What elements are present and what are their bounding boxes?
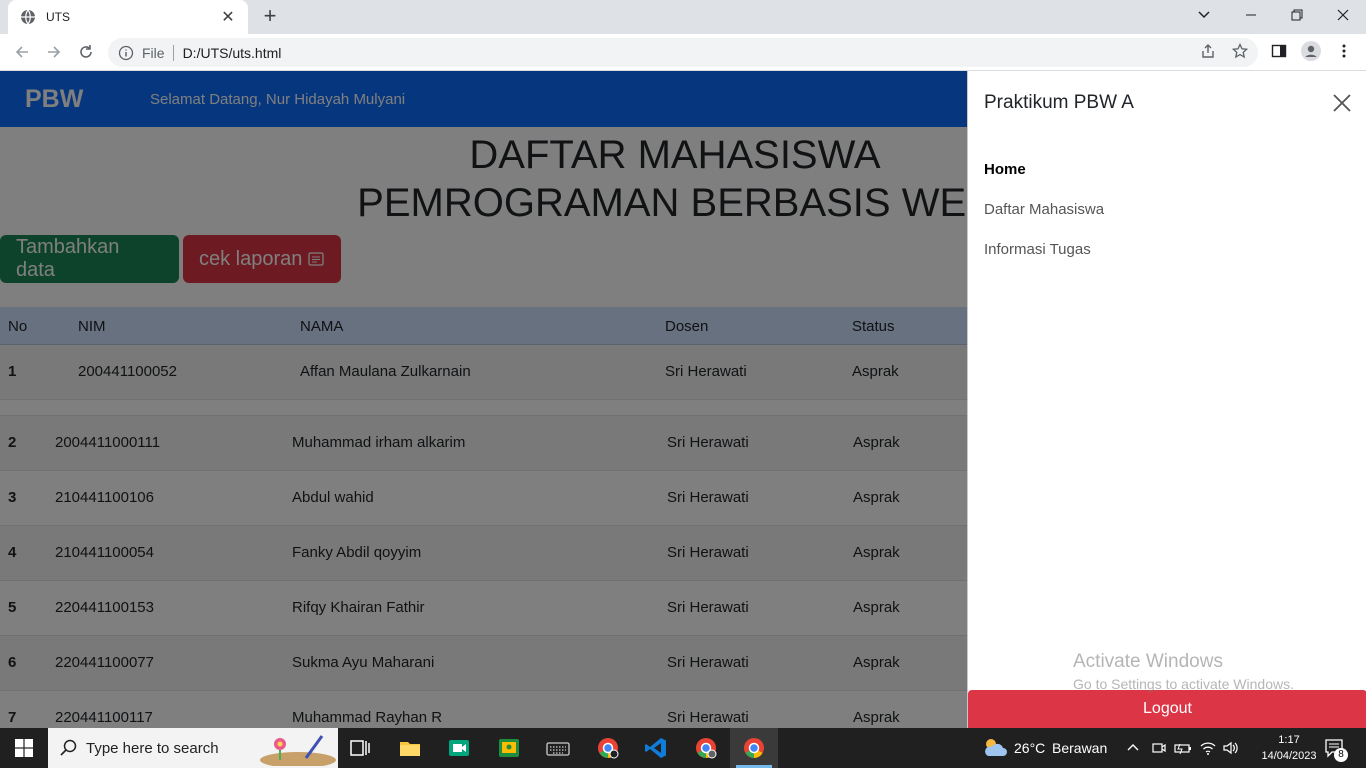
windows-logo-icon: [15, 739, 33, 757]
offcanvas-link-daftar-mahasiswa[interactable]: Daftar Mahasiswa: [984, 201, 1104, 218]
volume-icon[interactable]: [1222, 740, 1240, 756]
address-bar[interactable]: File D:/UTS/uts.html: [108, 38, 1258, 67]
url-text: D:/UTS/uts.html: [182, 44, 282, 61]
address-toolbar: File D:/UTS/uts.html: [0, 34, 1366, 71]
side-panel-icon: [1271, 44, 1287, 58]
clock-date: 14/04/2023: [1261, 750, 1317, 762]
url-divider: [172, 44, 174, 61]
back-button[interactable]: [10, 40, 34, 64]
logout-label: Logout: [1143, 700, 1192, 717]
battery-icon[interactable]: [1174, 740, 1192, 756]
weather-cloud-icon[interactable]: [982, 736, 1008, 760]
offcanvas-backdrop[interactable]: [0, 71, 967, 728]
vscode-icon[interactable]: [644, 736, 668, 760]
watermark-subtitle: Go to Settings to activate Windows.: [1073, 676, 1294, 692]
clock-time: 1:17: [1278, 734, 1300, 746]
taskbar: Type here to search 26°C Berawan 1:17 14…: [0, 728, 1366, 768]
notification-badge: 8: [1334, 748, 1348, 762]
offcanvas-title: Praktikum PBW A: [984, 92, 1134, 113]
browser-tab[interactable]: UTS ✕: [8, 0, 248, 34]
chevron-down-icon: [1198, 11, 1210, 19]
url-scheme: File: [142, 44, 165, 61]
tab-close-icon[interactable]: ✕: [218, 7, 238, 27]
close-icon: [1337, 9, 1349, 21]
restore-icon: [1291, 9, 1303, 21]
minimize-button[interactable]: [1228, 0, 1274, 30]
menu-button[interactable]: [1334, 41, 1354, 61]
clock[interactable]: 1:17 14/04/2023: [1260, 732, 1318, 764]
meet-app-icon[interactable]: [447, 736, 471, 760]
tab-search-button[interactable]: [1181, 0, 1227, 30]
weather-temp[interactable]: 26°C: [1014, 740, 1045, 756]
chrome-profile2-icon[interactable]: [694, 736, 718, 760]
file-explorer-icon[interactable]: [398, 736, 422, 760]
bookmark-button[interactable]: [1230, 41, 1250, 61]
weather-desc[interactable]: Berawan: [1052, 740, 1107, 756]
side-panel-button[interactable]: [1269, 41, 1289, 61]
chrome-profile-icon[interactable]: [596, 736, 620, 760]
forward-arrow-icon: [48, 46, 61, 58]
offcanvas-panel: Praktikum PBW A Home Daftar Mahasiswa In…: [967, 71, 1366, 728]
kebab-menu-icon: [1342, 44, 1346, 58]
reload-button[interactable]: [74, 40, 98, 64]
offcanvas-link-home[interactable]: Home: [984, 161, 1026, 178]
new-tab-button[interactable]: +: [258, 5, 282, 29]
minimize-icon: [1246, 14, 1256, 16]
reload-icon: [80, 45, 92, 58]
meet-now-icon[interactable]: [1151, 740, 1167, 756]
task-view-icon[interactable]: [348, 736, 372, 760]
share-icon: [1202, 44, 1214, 58]
globe-icon: [21, 9, 35, 25]
back-arrow-icon: [15, 46, 28, 58]
classroom-icon[interactable]: [497, 736, 521, 760]
logout-button[interactable]: Logout: [968, 690, 1366, 728]
chevron-up-icon[interactable]: [1126, 742, 1140, 752]
keyboard-icon[interactable]: [546, 736, 570, 760]
profile-button[interactable]: [1301, 41, 1321, 61]
taskbar-search[interactable]: Type here to search: [48, 728, 338, 768]
profile-icon: [1301, 41, 1321, 61]
forward-button[interactable]: [42, 40, 66, 64]
search-highlight-icon: [260, 735, 336, 766]
info-icon[interactable]: [118, 45, 134, 61]
restore-button[interactable]: [1274, 0, 1320, 30]
star-icon: [1232, 43, 1248, 59]
wifi-icon[interactable]: [1199, 740, 1217, 756]
activate-windows-watermark: Activate Windows Go to Settings to activ…: [1073, 651, 1294, 692]
offcanvas-link-informasi-tugas[interactable]: Informasi Tugas: [984, 241, 1091, 258]
chrome-icon[interactable]: [742, 736, 766, 760]
search-icon: [60, 739, 77, 756]
close-window-button[interactable]: [1320, 0, 1366, 30]
start-button[interactable]: [0, 728, 48, 768]
search-placeholder: Type here to search: [86, 739, 219, 757]
browser-tab-strip: UTS ✕ +: [0, 0, 1366, 34]
share-button[interactable]: [1198, 41, 1218, 61]
close-icon[interactable]: [1332, 93, 1352, 113]
tab-title: UTS: [46, 10, 70, 24]
watermark-title: Activate Windows: [1073, 651, 1223, 672]
